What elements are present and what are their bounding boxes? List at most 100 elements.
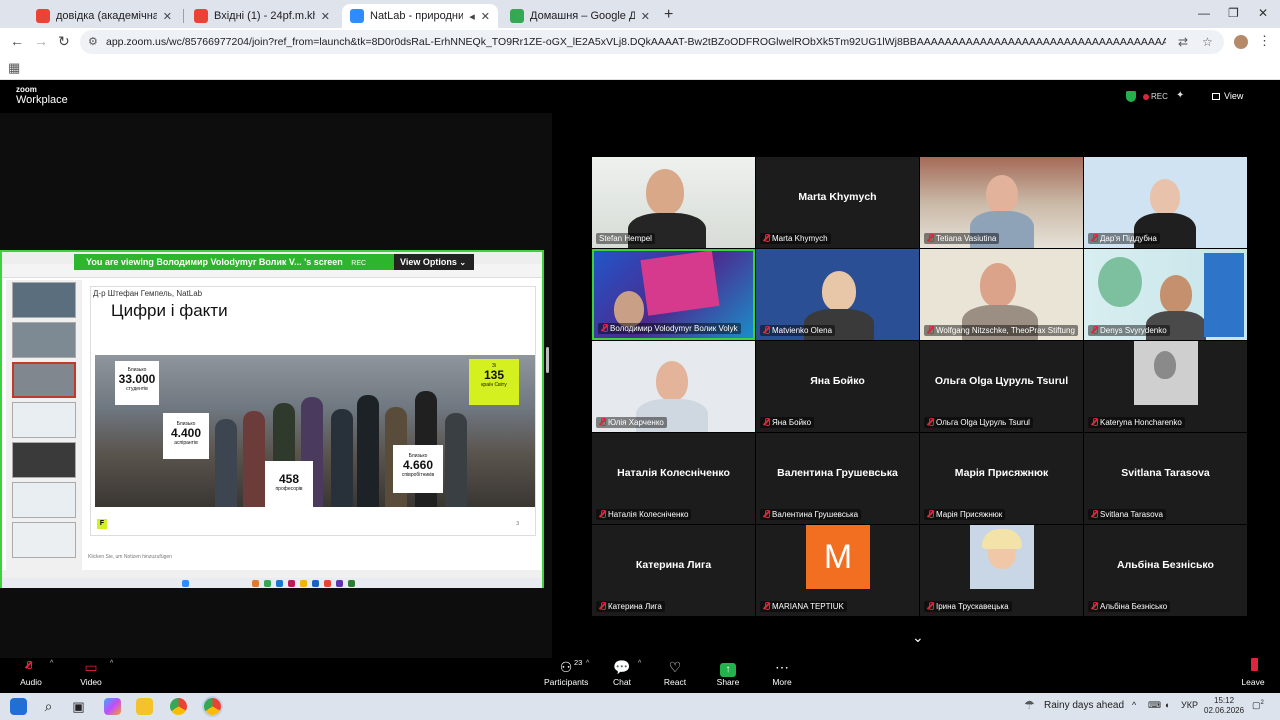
participant-tile[interactable]: M MARIANA TEPTIUK xyxy=(756,525,919,616)
chrome-profile-icon[interactable] xyxy=(204,698,221,715)
participant-tile[interactable]: Kateryna Honcharenko xyxy=(1084,341,1247,432)
participant-tile[interactable]: Wolfgang Nitzschke, TheoPrax Stiftung xyxy=(920,249,1083,340)
site-info-icon[interactable]: ⚙ xyxy=(88,35,98,48)
mic-muted-icon xyxy=(763,602,770,610)
minimize-icon[interactable]: — xyxy=(1198,6,1210,20)
participant-name-label: Володимир Volodymyr Волик Volyk xyxy=(598,323,741,334)
file-explorer-icon[interactable] xyxy=(136,698,153,715)
participant-tile-active-speaker[interactable]: Володимир Volodymyr Волик Volyk xyxy=(592,249,755,340)
restore-icon[interactable]: ❐ xyxy=(1228,6,1239,20)
participant-hair xyxy=(982,529,1022,549)
slide-notes-placeholder[interactable]: Klicken Sie, um Notizen hinzuzufügen xyxy=(88,554,172,560)
leave-button[interactable]: Leave xyxy=(1236,658,1270,687)
close-tab-icon[interactable]: ✕ xyxy=(163,10,172,23)
presentation-slide: Д-р Штефан Гемпель, NatLab Цифри і факти… xyxy=(90,286,536,536)
participant-tile[interactable]: Matvienko Olena xyxy=(756,249,919,340)
encryption-shield-icon[interactable] xyxy=(1126,91,1136,102)
search-icon[interactable]: ⌕ xyxy=(40,698,57,715)
browser-tab-2[interactable]: Вхідні (1) - 24pf.m.khymych@st ✕ xyxy=(186,4,338,28)
url-text: app.zoom.us/wc/85766977204/join?ref_from… xyxy=(106,36,1166,48)
participant-name-label: Marta Khymych xyxy=(760,233,831,244)
new-tab-button[interactable]: + xyxy=(664,6,673,24)
tray-chevron-icon[interactable]: ^ xyxy=(1132,700,1136,710)
keyboard-icon[interactable]: ⌨ xyxy=(1148,700,1161,711)
participant-tile[interactable]: Валентина Грушевська Валентина Грушевськ… xyxy=(756,433,919,524)
close-tab-icon[interactable]: ✕ xyxy=(321,10,330,23)
view-button[interactable]: View xyxy=(1212,91,1243,101)
more-button[interactable]: ⋯ More xyxy=(766,658,798,687)
clock-time: 15:12 xyxy=(1214,696,1235,705)
stat-unit: аспірантів xyxy=(174,440,198,447)
pane-resize-handle[interactable] xyxy=(546,347,549,373)
task-view-icon[interactable]: ▣ xyxy=(70,698,87,715)
participant-tile[interactable]: Ольга Olga Цуруль Tsurul Ольга Olga Цуру… xyxy=(920,341,1083,432)
browser-menu-icon[interactable]: ⋮ xyxy=(1258,33,1271,49)
copilot-icon[interactable] xyxy=(104,698,121,715)
clock-date: 02.06.2026 xyxy=(1204,706,1245,715)
participant-name: Kateryna Honcharenko xyxy=(1100,418,1182,427)
participants-options-caret[interactable]: ^ xyxy=(586,660,589,667)
chat-button[interactable]: 💬 Chat xyxy=(606,658,638,687)
slide-thumbnail-selected[interactable] xyxy=(12,362,76,398)
chevron-down-icon[interactable]: ⌄ xyxy=(912,629,924,646)
leave-label: Leave xyxy=(1241,677,1265,687)
browser-tab-3-active[interactable]: NatLab - природнича лабо ◂ ✕ xyxy=(342,4,498,28)
slide-thumbnail[interactable] xyxy=(12,442,76,478)
address-bar[interactable]: ⚙ app.zoom.us/wc/85766977204/join?ref_fr… xyxy=(80,30,1224,54)
participant-tile[interactable]: Альбіна Безнісько Альбіна Безнісько xyxy=(1084,525,1247,616)
reload-icon[interactable]: ↻ xyxy=(58,33,70,50)
participant-tile[interactable]: Яна Бойко Яна Бойко xyxy=(756,341,919,432)
ai-companion-icon[interactable]: ✦ xyxy=(1176,90,1184,101)
audio-button[interactable]: Audio xyxy=(14,658,48,687)
browser-tab-1[interactable]: довідка (академічна мобільніс ✕ xyxy=(28,4,180,28)
windows-start-icon[interactable] xyxy=(10,698,27,715)
view-options-button[interactable]: View Options ⌄ xyxy=(394,254,474,270)
chat-options-caret[interactable]: ^ xyxy=(638,660,641,667)
speaker-icon[interactable]: ◖ xyxy=(1164,700,1169,710)
system-clock[interactable]: 15:12 02.06.2026 xyxy=(1204,696,1244,716)
slide-thumbnail[interactable] xyxy=(12,322,76,358)
close-tab-icon[interactable]: ✕ xyxy=(641,10,650,23)
language-indicator[interactable]: УКР xyxy=(1181,700,1198,710)
mic-muted-icon xyxy=(927,510,934,518)
shared-screen[interactable]: You are viewing Володимир Volodymyr Воли… xyxy=(0,250,544,588)
participant-tile[interactable]: Stefan Hempel xyxy=(592,157,755,248)
translate-icon[interactable]: ⇄ xyxy=(1178,35,1188,49)
participant-display-name: Marta Khymych xyxy=(798,191,877,203)
close-tab-icon[interactable]: ✕ xyxy=(481,10,490,23)
slide-thumbnail[interactable] xyxy=(12,402,76,438)
notification-icon[interactable]: ▢2 xyxy=(1252,700,1264,711)
participant-tile[interactable]: Ірина Трускавецька xyxy=(920,525,1083,616)
participant-tile[interactable]: Denys Svyrydenko xyxy=(1084,249,1247,340)
slide-thumbnail[interactable] xyxy=(12,522,76,558)
participant-tile[interactable]: Наталія Колесніченко Наталія Колесніченк… xyxy=(592,433,755,524)
weather-text[interactable]: Rainy days ahead xyxy=(1044,700,1124,711)
participant-tile[interactable]: Юлія Харченко xyxy=(592,341,755,432)
chrome-icon[interactable] xyxy=(170,698,187,715)
back-icon[interactable]: ← xyxy=(10,33,24,49)
slide-thumbnail[interactable] xyxy=(12,282,76,318)
participant-display-name: Катерина Лига xyxy=(635,559,712,571)
participant-tile[interactable]: Катерина Лига Катерина Лига xyxy=(592,525,755,616)
video-options-caret[interactable]: ^ xyxy=(110,660,113,667)
stat-staff: Близько 4.660 співробітників xyxy=(393,445,443,493)
bookmark-star-icon[interactable]: ☆ xyxy=(1202,35,1213,49)
participant-tile[interactable]: Марія Присяжнюк Марія Присяжнюк xyxy=(920,433,1083,524)
participant-tile[interactable]: Tetiana Vasiutina xyxy=(920,157,1083,248)
close-window-icon[interactable]: ✕ xyxy=(1258,6,1268,20)
react-button[interactable]: ♡ React xyxy=(659,658,691,687)
browser-tab-4[interactable]: Домашня – Google Диск ✕ xyxy=(502,4,658,28)
participant-tile[interactable]: Дар'я Піддубна xyxy=(1084,157,1247,248)
audio-options-caret[interactable]: ^ xyxy=(50,660,53,667)
participant-tile[interactable]: Marta Khymych Marta Khymych xyxy=(756,157,919,248)
stat-value: 4.660 xyxy=(402,458,434,472)
profile-avatar[interactable] xyxy=(1234,35,1248,49)
apps-grid-icon[interactable]: ▦ xyxy=(8,60,20,76)
share-button[interactable]: ↑ Share xyxy=(712,658,744,687)
forward-icon[interactable]: → xyxy=(34,33,48,49)
weather-rain-icon: ☂ xyxy=(1024,698,1035,712)
video-button[interactable]: ▭ Video xyxy=(74,658,108,687)
slide-thumbnail[interactable] xyxy=(12,482,76,518)
stat-value: 4.400 xyxy=(170,426,202,440)
participant-tile[interactable]: Svitlana Tarasova Svitlana Tarasova xyxy=(1084,433,1247,524)
